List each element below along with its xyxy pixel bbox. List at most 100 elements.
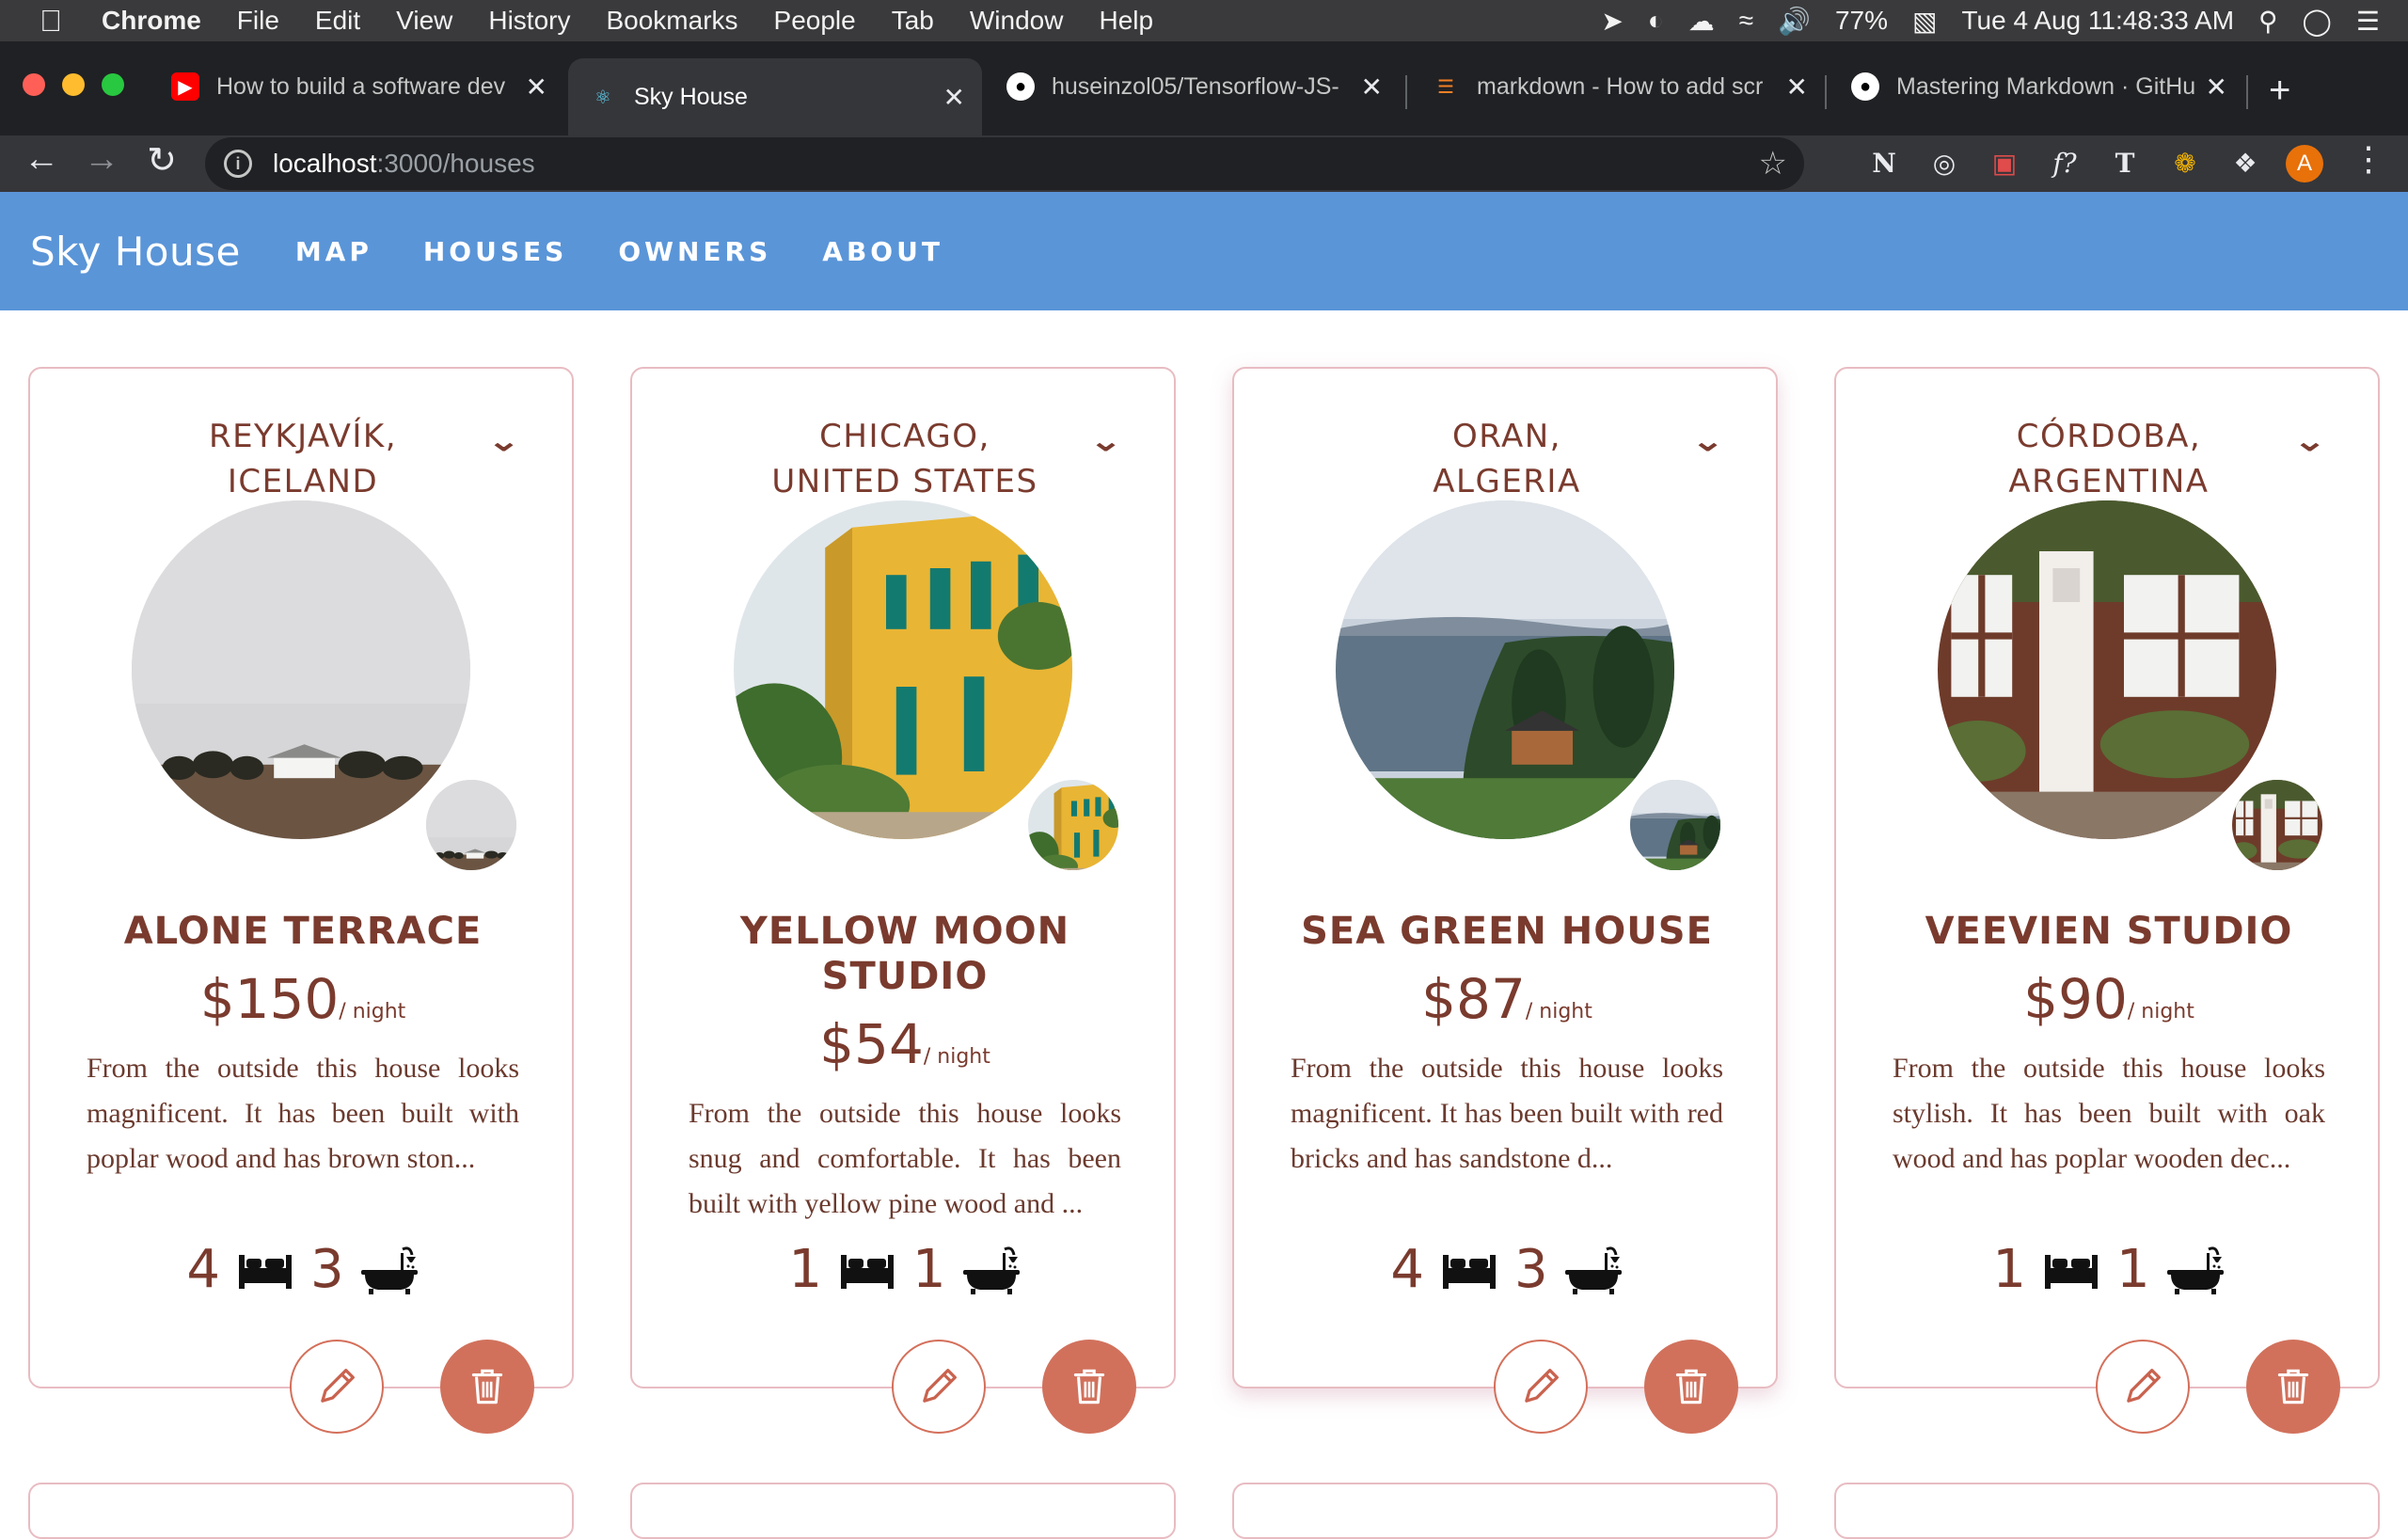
extensions-puzzle-icon[interactable]: ❖ bbox=[2229, 147, 2261, 179]
house-description: From the outside this house looks stylis… bbox=[1893, 1053, 2325, 1174]
profile-avatar[interactable]: A bbox=[2286, 145, 2323, 182]
browser-toolbar: ← → ↻ i localhost :3000/houses ☆ N ◎ ▣ f… bbox=[0, 135, 2408, 192]
nav-about[interactable]: ABOUT bbox=[822, 236, 943, 267]
menu-view[interactable]: View bbox=[396, 6, 452, 36]
menu-help[interactable]: Help bbox=[1099, 6, 1153, 36]
bathtub-icon bbox=[961, 1244, 1022, 1296]
edit-button[interactable] bbox=[2096, 1340, 2190, 1434]
notification-center-icon[interactable]: ☰ bbox=[2356, 6, 2380, 37]
house-photo-thumbnail[interactable] bbox=[2229, 777, 2325, 873]
delete-button[interactable] bbox=[1042, 1340, 1136, 1434]
menu-edit[interactable]: Edit bbox=[315, 6, 360, 36]
close-icon[interactable]: ✕ bbox=[943, 82, 965, 113]
menu-history[interactable]: History bbox=[488, 6, 570, 36]
bathtub-icon bbox=[2165, 1244, 2226, 1296]
new-tab-button[interactable]: + bbox=[2269, 70, 2290, 112]
bedroom-count: 1 bbox=[788, 1239, 822, 1300]
info-icon[interactable]: i bbox=[224, 150, 252, 178]
target-extension-icon[interactable]: ◎ bbox=[1928, 147, 1960, 179]
menu-file[interactable]: File bbox=[237, 6, 279, 36]
nav-map[interactable]: MAP bbox=[295, 236, 372, 267]
house-description: From the outside this house looks snug a… bbox=[689, 1098, 1121, 1219]
window-close-button[interactable] bbox=[23, 73, 45, 96]
house-card-next-row[interactable] bbox=[1834, 1483, 2380, 1539]
nav-houses[interactable]: HOUSES bbox=[423, 236, 567, 267]
house-card-next-row[interactable] bbox=[28, 1483, 574, 1539]
menu-people[interactable]: People bbox=[774, 6, 856, 36]
reload-button[interactable]: ↻ bbox=[137, 139, 186, 182]
menu-bookmarks[interactable]: Bookmarks bbox=[606, 6, 737, 36]
house-description: From the outside this house looks magnif… bbox=[87, 1053, 519, 1174]
brand-logo[interactable]: Sky House bbox=[30, 229, 241, 275]
spotlight-search-icon[interactable]: ⚲ bbox=[2258, 6, 2278, 37]
edit-button[interactable] bbox=[290, 1340, 384, 1434]
menu-app-chrome[interactable]: Chrome bbox=[102, 6, 201, 36]
chevron-down-icon[interactable]: ⌄ bbox=[2293, 425, 2326, 458]
flux-icon[interactable]: ◐ bbox=[1648, 6, 1664, 36]
close-icon[interactable]: ✕ bbox=[2206, 71, 2227, 103]
telegram-icon[interactable]: ➤ bbox=[1601, 6, 1623, 37]
house-card-next-row[interactable] bbox=[1232, 1483, 1778, 1539]
trash-icon bbox=[1066, 1363, 1113, 1410]
tab-sky-house[interactable]: ⚛ Sky House ✕ bbox=[568, 58, 982, 135]
house-rooms: 1 1 bbox=[1836, 1242, 2382, 1298]
close-icon[interactable]: ✕ bbox=[526, 71, 547, 103]
tab-separator bbox=[1825, 75, 1827, 109]
battery-icon[interactable]: ▧ bbox=[1912, 6, 1937, 37]
edit-button[interactable] bbox=[892, 1340, 986, 1434]
house-card-next-row[interactable] bbox=[630, 1483, 1176, 1539]
delete-button[interactable] bbox=[1644, 1340, 1738, 1434]
menubar-clock[interactable]: Tue 4 Aug 11:48:33 AM bbox=[1961, 6, 2234, 36]
formula-extension-icon[interactable]: f? bbox=[2049, 147, 2081, 179]
address-bar[interactable]: i localhost :3000/houses ☆ bbox=[205, 137, 1804, 190]
house-card[interactable]: CHICAGO, UNITED STATES ⌄ YELLOW MOON STU… bbox=[630, 367, 1176, 1434]
chevron-down-icon[interactable]: ⌄ bbox=[487, 425, 520, 458]
typora-extension-icon[interactable]: T bbox=[2109, 147, 2141, 179]
pencil-icon bbox=[914, 1362, 963, 1411]
window-zoom-button[interactable] bbox=[102, 73, 124, 96]
house-title: YELLOW MOON STUDIO bbox=[739, 910, 1070, 998]
house-rooms: 4 3 bbox=[1234, 1242, 1780, 1298]
delete-button[interactable] bbox=[440, 1340, 534, 1434]
chevron-down-icon[interactable]: ⌄ bbox=[1089, 425, 1122, 458]
cloud-icon[interactable]: ☁ bbox=[1688, 6, 1715, 37]
menu-window[interactable]: Window bbox=[970, 6, 1064, 36]
bathroom-count: 3 bbox=[310, 1239, 344, 1300]
close-icon[interactable]: ✕ bbox=[1786, 71, 1808, 103]
tab-youtube[interactable]: ▶ How to build a software dev ✕ bbox=[150, 58, 564, 115]
house-card[interactable]: ORAN, ALGERIA ⌄ SEA GREEN HOUSE $87/ nig… bbox=[1232, 367, 1780, 1434]
pencil-icon bbox=[2118, 1362, 2167, 1411]
house-photo-thumbnail[interactable] bbox=[423, 777, 519, 873]
color-picker-extension-icon[interactable]: ❁ bbox=[2169, 147, 2201, 179]
house-photo-thumbnail[interactable] bbox=[1025, 777, 1121, 873]
menubar-tray: ➤ ◐ ☁ ≈ 🔊 77% ▧ Tue 4 Aug 11:48:33 AM ⚲ … bbox=[1601, 0, 2380, 41]
house-price: $90/ night bbox=[2023, 967, 2194, 1031]
house-photo-thumbnail[interactable] bbox=[1627, 777, 1723, 873]
chevron-down-icon[interactable]: ⌄ bbox=[1691, 425, 1724, 458]
apple-icon[interactable]:  bbox=[0, 4, 102, 39]
nav-owners[interactable]: OWNERS bbox=[618, 236, 771, 267]
notion-extension-icon[interactable]: N bbox=[1868, 147, 1900, 179]
bathroom-count: 1 bbox=[912, 1239, 946, 1300]
window-minimize-button[interactable] bbox=[62, 73, 85, 96]
tab-github-markdown[interactable]: ● Mastering Markdown · GitHu ✕ bbox=[1830, 58, 2244, 115]
volume-icon[interactable]: 🔊 bbox=[1778, 6, 1811, 37]
menu-tab[interactable]: Tab bbox=[892, 6, 934, 36]
chrome-menu-icon[interactable]: ⋮ bbox=[2352, 139, 2385, 179]
siri-icon[interactable]: ◯ bbox=[2303, 6, 2332, 37]
bookmark-star-icon[interactable]: ☆ bbox=[1759, 145, 1787, 182]
forward-button[interactable]: → bbox=[77, 139, 126, 180]
tab-stackoverflow[interactable]: ☰ markdown - How to add scr ✕ bbox=[1411, 58, 1825, 115]
edit-button[interactable] bbox=[1494, 1340, 1588, 1434]
todoist-extension-icon[interactable]: ▣ bbox=[1988, 147, 2020, 179]
tab-github-tensorflow[interactable]: ● huseinzol05/Tensorflow-JS- ✕ bbox=[986, 58, 1400, 115]
house-rooms: 4 3 bbox=[30, 1242, 576, 1298]
house-card[interactable]: CÓRDOBA, ARGENTINA ⌄ VEEVIEN STUDIO $90/… bbox=[1834, 367, 2382, 1434]
delete-button[interactable] bbox=[2246, 1340, 2340, 1434]
back-button[interactable]: ← bbox=[17, 139, 66, 180]
wifi-icon[interactable]: ≈ bbox=[1739, 6, 1753, 36]
house-card[interactable]: REYKJAVÍK, ICELAND ⌄ ALONE TERRACE $150/… bbox=[28, 367, 576, 1434]
close-icon[interactable]: ✕ bbox=[1361, 71, 1383, 103]
house-title: ALONE TERRACE bbox=[123, 910, 483, 953]
bedroom-count: 1 bbox=[1992, 1239, 2026, 1300]
